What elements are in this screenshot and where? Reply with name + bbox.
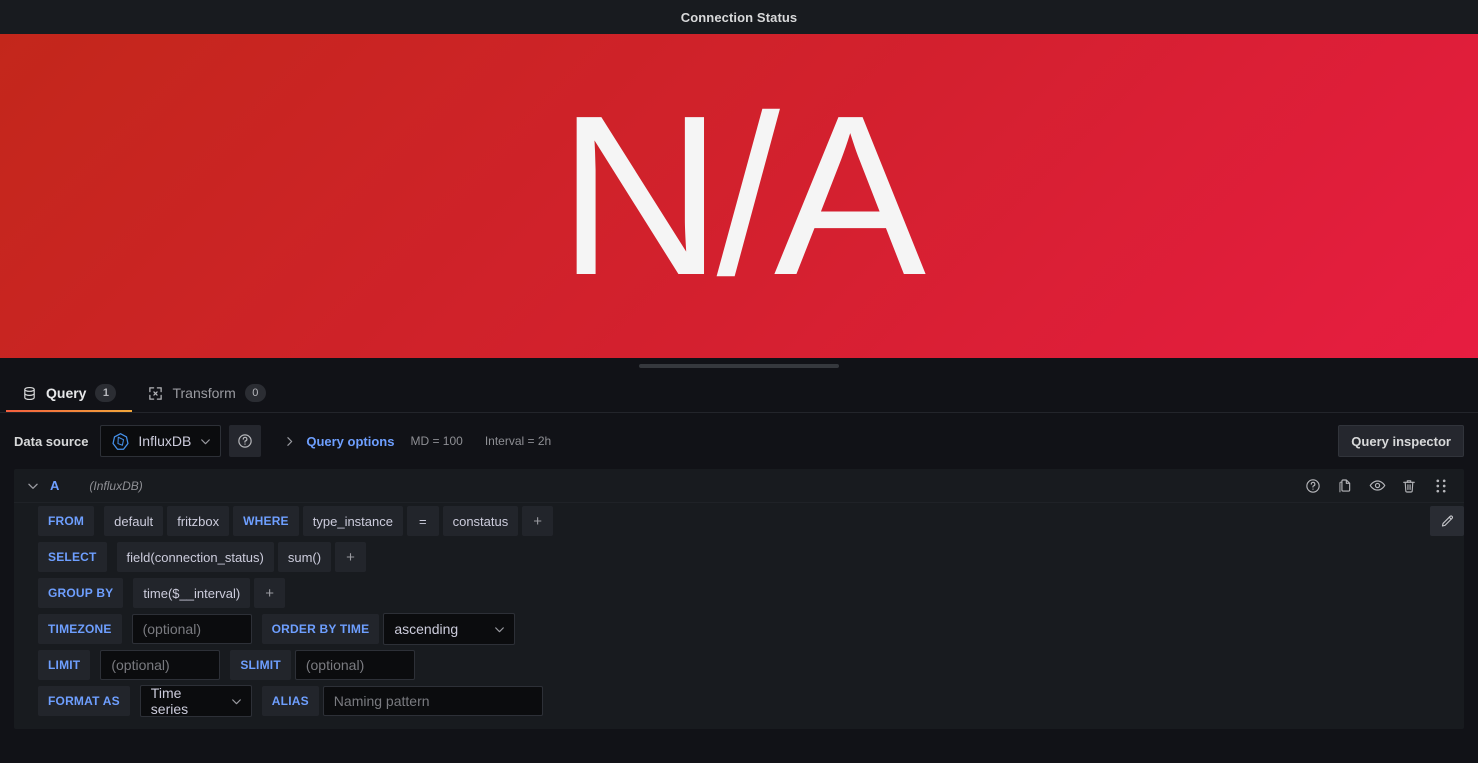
format-as-value: Time series — [150, 685, 189, 717]
datasource-help-button[interactable] — [229, 425, 262, 457]
alias-keyword: ALIAS — [261, 686, 319, 716]
chevron-down-icon — [26, 479, 40, 493]
limit-input[interactable] — [100, 650, 221, 680]
question-circle-icon — [237, 433, 253, 449]
database-icon — [22, 386, 37, 401]
where-operator[interactable]: = — [407, 506, 439, 536]
select-aggregate[interactable]: sum() — [277, 542, 332, 572]
tab-transform-count: 0 — [244, 384, 266, 402]
tab-query[interactable]: Query 1 — [6, 374, 133, 412]
query-collapse-toggle[interactable] — [20, 473, 46, 499]
query-row-select: SELECT field(connection_status) sum() + — [14, 541, 1464, 573]
query-row-limit: LIMIT SLIMIT — [14, 649, 1464, 681]
query-header-actions — [1302, 475, 1456, 497]
pencil-icon[interactable] — [1430, 506, 1464, 536]
query-ref-id[interactable]: A — [50, 478, 59, 493]
select-add-button[interactable]: + — [335, 542, 366, 572]
transform-icon — [148, 386, 163, 401]
panel-title[interactable]: Connection Status — [681, 10, 798, 25]
format-as-keyword: FORMAT AS — [38, 686, 130, 716]
order-by-time-select[interactable]: ascending — [383, 613, 516, 645]
where-tag-value[interactable]: constatus — [442, 506, 519, 536]
query-editor-container: A (InfluxDB) FROM default fritzbox WHERE… — [0, 469, 1478, 729]
tab-query-label: Query — [46, 385, 87, 401]
group-by-keyword: GROUP BY — [38, 578, 124, 608]
chevron-down-icon — [493, 623, 506, 636]
trash-icon[interactable] — [1398, 475, 1420, 497]
datasource-row: Data source InfluxDB Query options MD = … — [0, 413, 1478, 469]
query-editor-header: A (InfluxDB) — [14, 469, 1464, 503]
datasource-selected-value: InfluxDB — [138, 433, 192, 449]
query-row-timezone: TIMEZONE ORDER BY TIME ascending — [14, 613, 1464, 645]
copy-icon[interactable] — [1334, 475, 1356, 497]
slimit-input[interactable] — [294, 650, 415, 680]
query-row-group-by: GROUP BY time($__interval) + — [14, 577, 1464, 609]
panel-header: Connection Status — [0, 0, 1478, 34]
query-row-from: FROM default fritzbox WHERE type_instanc… — [14, 505, 1464, 537]
tab-transform[interactable]: Transform 0 — [132, 374, 281, 412]
editor-tabs: Query 1 Transform 0 — [0, 374, 1478, 413]
alias-input[interactable] — [322, 686, 543, 716]
slimit-keyword: SLIMIT — [230, 650, 291, 680]
query-options-toggle[interactable]: Query options MD = 100 Interval = 2h — [283, 434, 551, 449]
eye-icon[interactable] — [1366, 475, 1388, 497]
datasource-label: Data source — [14, 433, 89, 449]
select-keyword: SELECT — [38, 542, 107, 572]
order-by-time-value: ascending — [394, 621, 459, 637]
where-keyword: WHERE — [233, 506, 299, 536]
stat-panel-value: N/A — [557, 68, 926, 323]
chevron-down-icon — [199, 435, 212, 448]
query-options-label: Query options — [306, 433, 395, 449]
influxdb-logo-icon — [111, 432, 130, 451]
limit-keyword: LIMIT — [38, 650, 91, 680]
query-options-interval: Interval = 2h — [484, 434, 552, 448]
chevron-right-icon — [283, 435, 296, 448]
query-options-max-data-points: MD = 100 — [410, 434, 463, 448]
order-by-time-keyword: ORDER BY TIME — [261, 614, 380, 644]
panel-options-splitter[interactable] — [0, 358, 1478, 374]
datasource-picker[interactable]: InfluxDB — [100, 425, 222, 457]
stat-panel-visualization: N/A — [0, 34, 1478, 358]
query-inspector-button[interactable]: Query inspector — [1338, 425, 1464, 457]
help-icon[interactable] — [1302, 475, 1324, 497]
tab-query-count: 1 — [95, 384, 117, 402]
where-add-button[interactable]: + — [522, 506, 554, 536]
timezone-keyword: TIMEZONE — [38, 614, 122, 644]
drag-handle-icon[interactable] — [1430, 475, 1452, 497]
select-field[interactable]: field(connection_status) — [116, 542, 274, 572]
group-by-time[interactable]: time($__interval) — [133, 578, 251, 608]
group-by-add-button[interactable]: + — [254, 578, 285, 608]
influx-query-editor: FROM default fritzbox WHERE type_instanc… — [14, 503, 1464, 729]
query-datasource-hint: (InfluxDB) — [89, 478, 143, 493]
chevron-down-icon — [230, 695, 243, 708]
tab-transform-label: Transform — [172, 385, 236, 401]
from-measurement[interactable]: fritzbox — [167, 506, 230, 536]
from-keyword: FROM — [38, 506, 95, 536]
query-editor-row-A: A (InfluxDB) FROM default fritzbox WHERE… — [14, 469, 1464, 729]
query-row-format-as: FORMAT AS Time series ALIAS — [14, 685, 1464, 717]
where-tag-key[interactable]: type_instance — [302, 506, 403, 536]
timezone-input[interactable] — [131, 614, 252, 644]
format-as-select[interactable]: Time series — [139, 685, 252, 717]
from-retention-policy[interactable]: default — [104, 506, 164, 536]
splitter-grip-icon[interactable] — [639, 364, 839, 368]
